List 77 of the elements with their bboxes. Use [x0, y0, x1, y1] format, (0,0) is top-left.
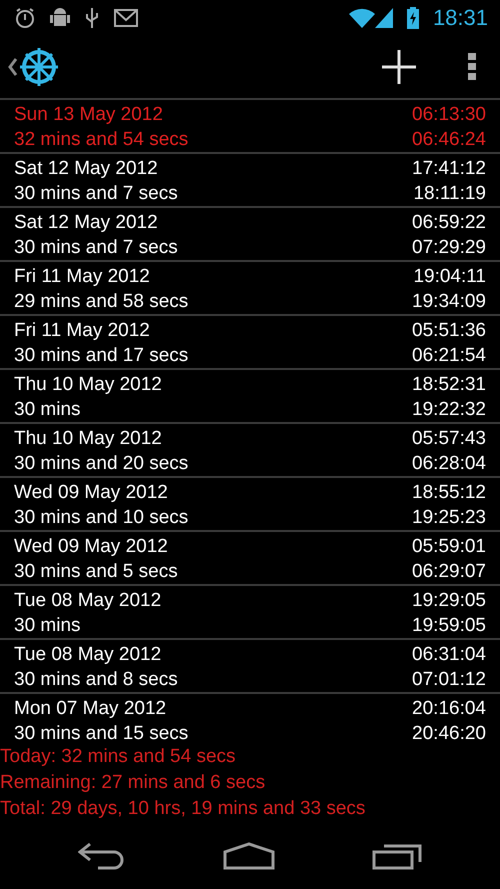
session-duration: 32 mins and 54 secs [14, 128, 190, 152]
back-icon [78, 842, 126, 870]
session-duration: 30 mins and 7 secs [14, 182, 179, 206]
session-date: Thu 10 May 2012 [14, 373, 163, 397]
session-date: Wed 09 May 2012 [14, 481, 169, 505]
session-date: Sat 12 May 2012 [14, 157, 159, 181]
usb-icon [84, 6, 100, 30]
end-time: 07:01:12 [412, 668, 486, 692]
session-duration: 30 mins and 17 secs [14, 344, 190, 368]
session-date: Tue 08 May 2012 [14, 643, 162, 667]
session-date: Sun 13 May 2012 [14, 103, 164, 127]
start-time: 06:59:22 [412, 211, 486, 235]
start-time: 20:16:04 [412, 697, 486, 721]
clock: 18:31 [432, 5, 488, 31]
session-row[interactable]: Fri 11 May 2012 05:51:36 30 mins and 17 secs 06:21:54 [0, 316, 500, 370]
session-duration: 30 mins [14, 614, 82, 638]
summary-line: Total: 29 days, 10 hrs, 19 mins and 33 secs [0, 797, 366, 821]
back-chevron-icon [8, 57, 18, 77]
end-time: 06:21:54 [412, 344, 486, 368]
end-time: 19:25:23 [412, 506, 486, 530]
start-time: 18:55:12 [412, 481, 486, 505]
session-row[interactable]: Mon 07 May 2012 20:16:04 30 mins and 15 secs 20:46:20 [0, 694, 500, 740]
session-duration: 29 mins and 58 secs [14, 290, 190, 314]
session-row[interactable]: Wed 09 May 2012 18:55:12 30 mins and 10 secs 19:25:23 [0, 478, 500, 532]
session-row[interactable]: Wed 09 May 2012 05:59:01 30 mins and 5 secs 06:29:07 [0, 532, 500, 586]
end-time: 07:29:29 [412, 236, 486, 260]
end-time: 19:34:09 [412, 290, 486, 314]
session-row[interactable]: Sun 13 May 2012 06:13:30 32 mins and 54 secs 06:46:24 [0, 100, 500, 154]
home-icon [222, 842, 275, 870]
signal-icon [374, 8, 393, 28]
start-time: 19:29:05 [412, 589, 486, 613]
summary-line: Remaining: 27 mins and 6 secs [0, 771, 266, 795]
session-duration: 30 mins and 15 secs [14, 722, 190, 740]
alarm-icon [14, 7, 36, 29]
end-time: 19:22:32 [412, 398, 486, 422]
session-date: Fri 11 May 2012 [14, 265, 151, 289]
recent-apps-icon [372, 842, 422, 870]
session-row[interactable]: Tue 08 May 2012 06:31:04 30 mins and 8 secs 07:01:12 [0, 640, 500, 694]
start-time: 19:04:11 [412, 265, 486, 289]
session-date: Mon 07 May 2012 [14, 697, 168, 721]
session-date: Thu 10 May 2012 [14, 427, 163, 451]
session-row[interactable]: Fri 11 May 2012 19:04:11 29 mins and 58 secs 19:34:09 [0, 262, 500, 316]
session-row[interactable]: Sat 12 May 2012 17:41:12 30 mins and 7 secs 18:11:19 [0, 154, 500, 208]
end-time: 06:28:04 [412, 452, 486, 476]
summary-line: Today: 32 mins and 54 secs [0, 745, 237, 769]
session-date: Tue 08 May 2012 [14, 589, 162, 613]
session-row[interactable]: Thu 10 May 2012 05:57:43 30 mins and 20 secs 06:28:04 [0, 424, 500, 478]
battery-icon [406, 7, 419, 29]
session-date: Wed 09 May 2012 [14, 535, 169, 559]
session-row[interactable]: Thu 10 May 2012 18:52:31 30 mins 19:22:32 [0, 370, 500, 424]
session-duration: 30 mins and 7 secs [14, 236, 179, 260]
end-time: 19:59:05 [412, 614, 486, 638]
start-time: 05:57:43 [412, 427, 486, 451]
end-time: 06:29:07 [412, 560, 486, 584]
session-row[interactable]: Sat 12 May 2012 06:59:22 30 mins and 7 secs 07:29:29 [0, 208, 500, 262]
end-time: 18:11:19 [412, 182, 486, 206]
session-date: Fri 11 May 2012 [14, 319, 151, 343]
end-time: 06:46:24 [412, 128, 486, 152]
plus-icon [382, 50, 416, 84]
start-time: 06:13:30 [412, 103, 486, 127]
start-time: 17:41:12 [412, 157, 486, 181]
session-duration: 30 mins and 10 secs [14, 506, 190, 530]
start-time: 05:51:36 [412, 319, 486, 343]
session-duration: 30 mins and 5 secs [14, 560, 179, 584]
wheel-icon [18, 46, 60, 88]
start-time: 18:52:31 [412, 373, 486, 397]
wifi-icon [348, 8, 375, 28]
session-row[interactable]: Tue 08 May 2012 19:29:05 30 mins 19:59:05 [0, 586, 500, 640]
session-duration: 30 mins and 20 secs [14, 452, 190, 476]
session-duration: 30 mins [14, 398, 82, 422]
end-time: 20:46:20 [412, 722, 486, 740]
session-duration: 30 mins and 8 secs [14, 668, 179, 692]
session-date: Sat 12 May 2012 [14, 211, 159, 235]
menu-icon [468, 53, 476, 81]
start-time: 06:31:04 [412, 643, 486, 667]
mail-icon [114, 9, 138, 27]
start-time: 05:59:01 [412, 535, 486, 559]
